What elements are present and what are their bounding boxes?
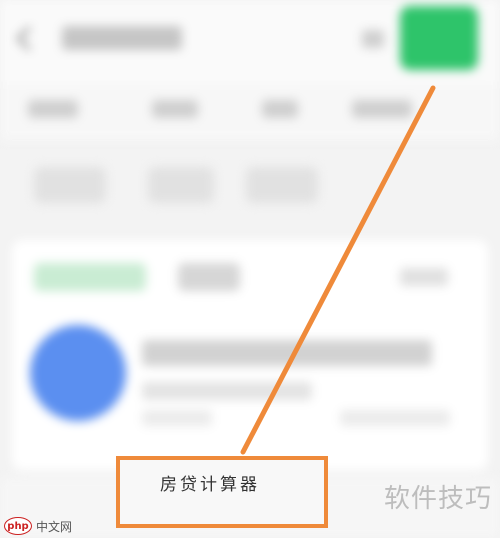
app-screen: 房贷计算器 软件技巧 php 中文网 <box>0 0 500 538</box>
tab-3[interactable] <box>262 100 298 118</box>
filter-chip-2[interactable] <box>148 167 214 203</box>
gray-tag <box>178 263 240 291</box>
card-title-blurred <box>142 340 432 366</box>
card-subtitle-blurred <box>142 382 312 400</box>
site-watermark-text: 中文网 <box>36 519 73 534</box>
tab-1[interactable] <box>28 100 78 118</box>
card-meta-right-blurred <box>340 410 450 426</box>
green-tag <box>34 263 146 291</box>
tab-4[interactable] <box>352 100 412 118</box>
site-watermark: php 中文网 <box>4 516 72 536</box>
mortgage-calculator-label: 房贷计算器 <box>160 475 260 495</box>
search-button[interactable] <box>400 6 478 70</box>
card-more-label[interactable] <box>400 268 448 286</box>
top-bar <box>0 0 500 85</box>
filter-chip-3[interactable] <box>246 167 318 203</box>
filter-chip-1[interactable] <box>34 167 106 203</box>
mortgage-calculator-item[interactable]: 房贷计算器 <box>116 456 328 528</box>
scan-icon[interactable] <box>362 30 384 48</box>
tab-2[interactable] <box>152 100 198 118</box>
card-meta-blurred <box>142 410 212 426</box>
app-avatar <box>30 325 126 421</box>
watermark-text: 软件技巧 <box>383 484 492 514</box>
php-logo-icon: php <box>4 517 32 535</box>
back-arrow-icon[interactable] <box>16 26 41 51</box>
page-title-blurred <box>62 26 182 50</box>
